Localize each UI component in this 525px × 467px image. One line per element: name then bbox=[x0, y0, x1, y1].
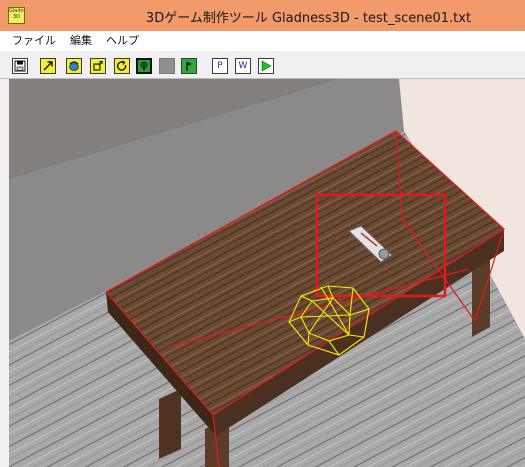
menu-edit[interactable]: 編集 bbox=[64, 31, 98, 51]
save-button[interactable] bbox=[12, 58, 28, 74]
tree-object-button[interactable] bbox=[136, 58, 152, 74]
move-arrow-button[interactable] bbox=[40, 58, 56, 74]
rotate-object-button[interactable] bbox=[66, 58, 82, 74]
toolbar: P W bbox=[0, 51, 525, 79]
menu-file[interactable]: ファイル bbox=[8, 31, 62, 51]
move-arrow-icon bbox=[43, 61, 53, 71]
scene-viewport[interactable] bbox=[9, 79, 525, 467]
p-button[interactable]: P bbox=[212, 58, 228, 74]
p-text-icon: P bbox=[217, 60, 223, 71]
play-button[interactable] bbox=[258, 58, 274, 74]
viewport-left-border bbox=[0, 79, 9, 467]
flag-button[interactable] bbox=[181, 58, 197, 74]
save-icon bbox=[14, 60, 26, 72]
table-leg-front-left bbox=[159, 389, 181, 459]
move-object-icon bbox=[93, 60, 103, 71]
blank-gray-button[interactable] bbox=[159, 58, 175, 74]
tree-object-icon bbox=[140, 61, 148, 71]
window-title: 3Dゲーム制作ツール Gladness3D - test_scene01.txt bbox=[145, 11, 472, 26]
flag-icon bbox=[186, 61, 192, 71]
move-object-button[interactable] bbox=[90, 58, 106, 74]
refresh-rotate-button[interactable] bbox=[114, 58, 130, 74]
rotate-object-icon bbox=[69, 61, 79, 71]
scene-canvas[interactable] bbox=[9, 79, 525, 467]
menu-bar: ファイル 編集 ヘルプ bbox=[0, 31, 525, 52]
menu-help[interactable]: ヘルプ bbox=[100, 31, 145, 51]
w-text-icon: W bbox=[238, 60, 248, 71]
refresh-rotate-icon bbox=[117, 60, 127, 71]
play-icon bbox=[261, 60, 272, 72]
title-bar: Gladness 3D 3Dゲーム制作ツール Gladness3D - test… bbox=[0, 0, 525, 31]
w-button[interactable]: W bbox=[235, 58, 251, 74]
